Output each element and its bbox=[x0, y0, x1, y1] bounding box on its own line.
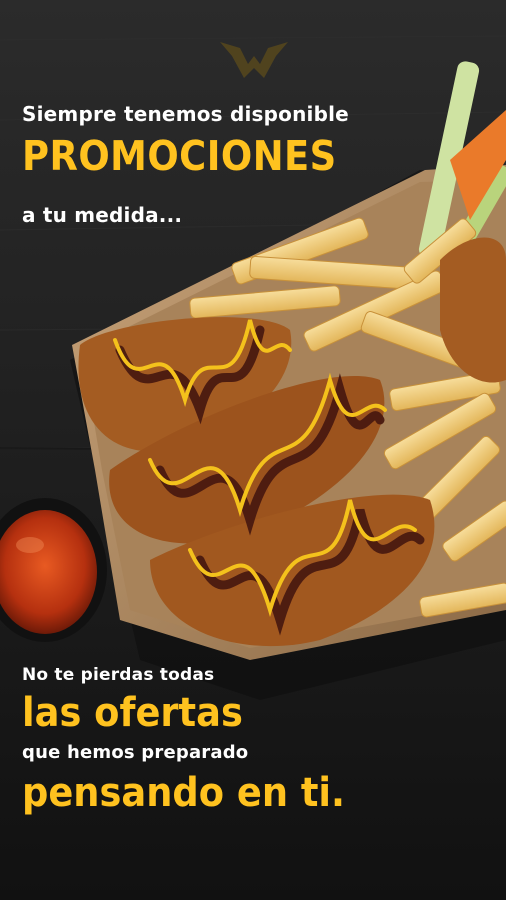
footer-line-3: que hemos preparado bbox=[22, 742, 249, 763]
footer-line-2: las ofertas bbox=[22, 690, 243, 736]
headline-main: PROMOCIONES bbox=[22, 132, 337, 180]
footer-line-4: pensando en ti. bbox=[22, 770, 346, 816]
headline-sub: a tu medida... bbox=[22, 203, 183, 227]
footer-line-1: No te pierdas todas bbox=[22, 665, 215, 685]
promo-banner: Siempre tenemos disponible PROMOCIONES a… bbox=[0, 0, 506, 900]
headline-top: Siempre tenemos disponible bbox=[22, 102, 349, 126]
